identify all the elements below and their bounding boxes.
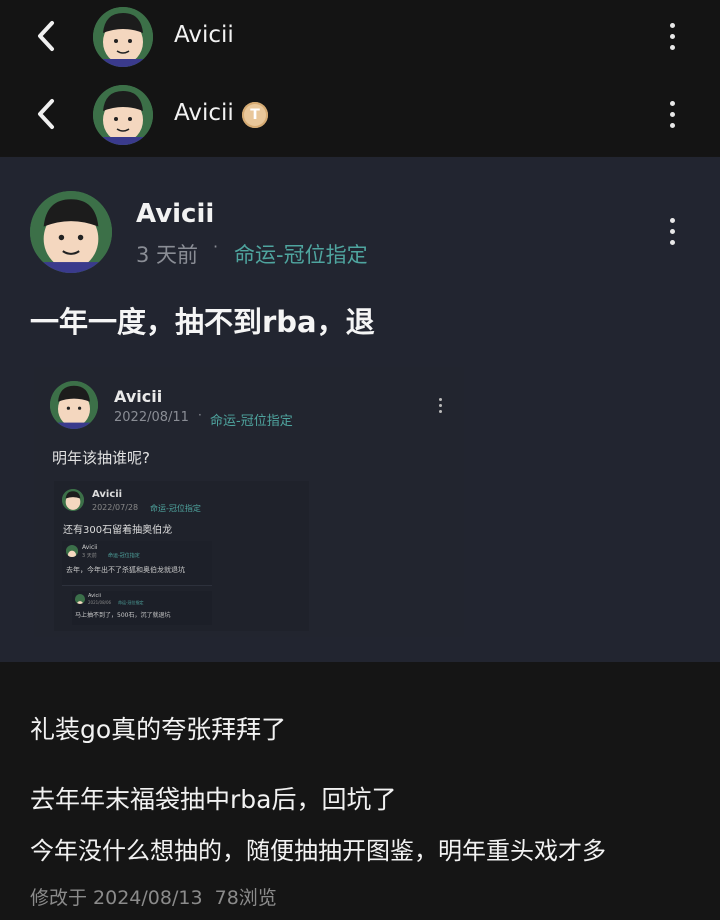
embedded-screenshot-nested: Avicii 2022/07/28 命运-冠位指定 还有300石留着抽奥伯龙 A… (54, 481, 309, 631)
post-title: 一年一度，抽不到rba，退 (30, 305, 375, 339)
more-button[interactable] (662, 18, 682, 54)
meta-separator: · (213, 237, 219, 256)
quote-text: 去年，今年出不了杀狐和奥伯龙就退坑 (66, 566, 185, 574)
back-button[interactable] (32, 96, 60, 132)
quote-text: 马上抽不到了，500石，沉了就退坑 (75, 612, 171, 619)
quote-date: 3 天前 (82, 553, 97, 559)
avatar[interactable] (93, 7, 153, 67)
level-badge: T (242, 102, 268, 128)
header-username: Avicii (174, 22, 234, 48)
quote-topic: 命运-冠位指定 (118, 600, 144, 605)
avatar (75, 594, 85, 604)
body-line: 礼装go真的夸张拜拜了 (30, 715, 287, 744)
chevron-left-icon (38, 21, 54, 51)
avatar (66, 545, 78, 557)
post-topic-link[interactable]: 命运-冠位指定 (234, 239, 368, 269)
top-nav-bar: Avicii T (0, 78, 720, 156)
more-vertical-icon (669, 22, 675, 28)
avatar (62, 489, 84, 511)
embedded-screenshot: Avicii 2022/08/11 · 命运-冠位指定 明年该抽谁呢? Avic… (34, 367, 464, 637)
more-vertical-icon (669, 100, 675, 106)
quote-author: Avicii (114, 387, 163, 406)
embedded-screenshot-nested: Avicii 2021/08/06 命运-冠位指定 马上抽不到了，500石，沉了… (72, 591, 212, 625)
quote-author: Avicii (92, 489, 123, 500)
embedded-screenshot-nested: Avicii 3 天前 命运-冠位指定 去年，今年出不了杀狐和奥伯龙就退坑 (62, 541, 212, 586)
top-nav-bar: Avicii (0, 0, 720, 78)
quote-topic: 命运-冠位指定 (108, 553, 140, 559)
quote-author: Avicii (88, 593, 102, 599)
quote-topic: 命运-冠位指定 (210, 414, 293, 429)
body-line: 去年年末福袋抽中rba后，回坑了 (30, 785, 397, 814)
meta-separator: · (198, 408, 202, 422)
back-button[interactable] (32, 18, 60, 54)
quote-topic: 命运-冠位指定 (150, 504, 201, 513)
more-vertical-icon (669, 217, 675, 223)
post-more-button[interactable] (662, 213, 682, 249)
quote-date: 2022/08/11 (114, 410, 189, 425)
quote-date: 2021/08/06 (88, 600, 112, 605)
avatar[interactable] (93, 85, 153, 145)
post-footer-meta: 修改于 2024/08/13 78浏览 (30, 887, 277, 909)
chevron-left-icon (38, 99, 54, 129)
quote-more-icon (430, 393, 450, 417)
post-time: 3 天前 (136, 243, 199, 267)
post-author[interactable]: Avicii (136, 199, 214, 229)
quote-text: 还有300石留着抽奥伯龙 (63, 525, 173, 536)
avatar (50, 381, 98, 429)
quote-date: 2022/07/28 (92, 503, 139, 512)
more-button[interactable] (662, 96, 682, 132)
quote-text: 明年该抽谁呢? (52, 449, 150, 467)
header-username: Avicii (174, 100, 234, 126)
quote-author: Avicii (82, 544, 98, 551)
body-line: 今年没什么想抽的，随便抽抽开图鉴，明年重头戏才多 (30, 837, 606, 865)
post-card: Avicii 3 天前 · 命运-冠位指定 一年一度，抽不到rba，退 Avic… (0, 157, 720, 662)
post-avatar[interactable] (30, 191, 112, 273)
